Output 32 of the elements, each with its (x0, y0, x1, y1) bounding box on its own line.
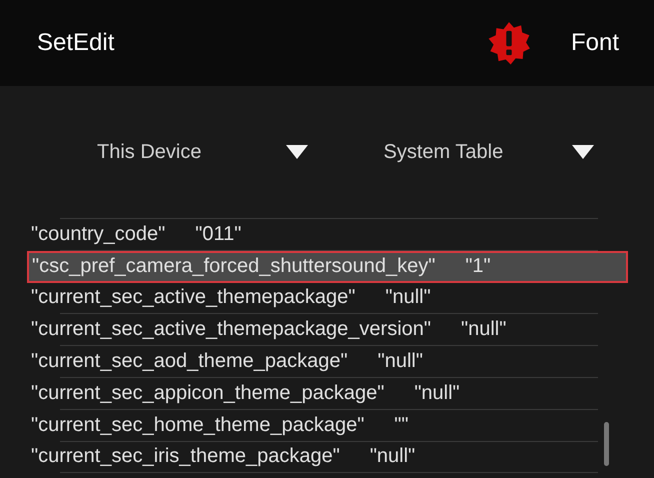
setting-row[interactable]: "current_sec_active_themepackage_version" "null" (0, 314, 654, 346)
dropdown-arrow-icon[interactable] (572, 145, 594, 159)
setting-value: "" (394, 414, 408, 437)
setting-key: "current_sec_active_themepackage_version" (31, 318, 431, 342)
alert-badge-icon[interactable] (486, 21, 531, 65)
setting-key: "current_sec_iris_theme_package" (31, 445, 340, 468)
setting-key: "country_code" (31, 222, 166, 246)
dropdown-label[interactable]: This Device (97, 140, 202, 164)
setting-key: "current_sec_home_theme_package" (31, 414, 364, 437)
setting-value: "null" (370, 445, 416, 468)
setting-row[interactable]: "current_sec_active_themepackage" "null" (0, 282, 654, 314)
setting-key: "current_sec_appicon_theme_package" (31, 382, 384, 405)
setting-row[interactable]: "current_sec_iris_theme_package" "null" (0, 442, 654, 474)
setting-value: "null" (385, 286, 431, 310)
scrollbar[interactable] (604, 422, 609, 466)
setting-value: "011" (195, 222, 242, 246)
setting-row[interactable]: "country_code" "011" (0, 219, 654, 251)
setting-key: "current_sec_active_themepackage" (31, 286, 356, 310)
setting-row[interactable]: "current_sec_appicon_theme_package" "null" (0, 378, 654, 410)
dropdown-label[interactable]: System Table (384, 140, 504, 164)
setting-key: "csc_pref_camera_forced_shuttersound_key" (32, 255, 436, 278)
setting-row[interactable]: "current_sec_home_theme_package" "" (0, 410, 654, 442)
setting-value: "1" (465, 255, 491, 278)
setting-value: "null" (378, 350, 423, 374)
setting-key: "current_sec_aod_theme_package" (31, 350, 348, 374)
setting-value: "null" (414, 382, 460, 405)
setting-value: "null" (460, 318, 506, 342)
app-title: SetEdit (37, 29, 116, 57)
setting-row[interactable]: "current_sec_aod_theme_package" "null" (0, 346, 654, 378)
setting-row[interactable]: "csc_pref_camera_forced_shuttersound_key" "1" (27, 250, 628, 283)
font-button[interactable]: Font (570, 29, 619, 57)
dropdown-arrow-icon[interactable] (286, 145, 308, 159)
